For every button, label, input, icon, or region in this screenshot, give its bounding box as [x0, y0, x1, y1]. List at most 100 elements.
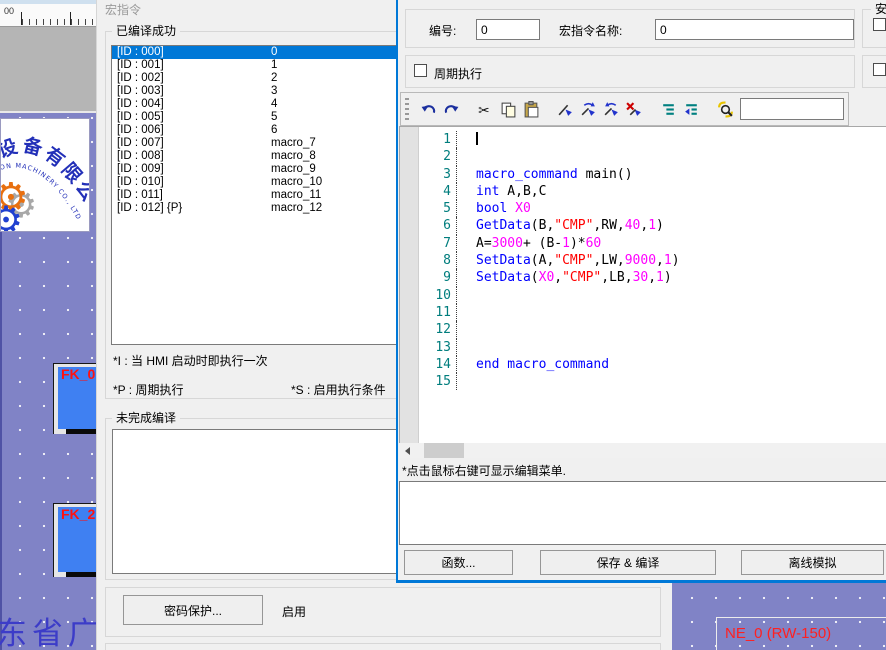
- code-line[interactable]: 1: [420, 131, 886, 148]
- company-logo[interactable]: 设备有限公司 TION MACHINERY CO., LTD ⚙ ⚙ ⚙: [0, 118, 90, 232]
- code-line[interactable]: 9SetData(X0,"CMP",LB,30,1): [420, 269, 886, 286]
- outdent-icon[interactable]: [680, 98, 703, 120]
- svg-text:✂: ✂: [478, 102, 490, 117]
- find-input[interactable]: [740, 98, 844, 120]
- line-number: 12: [420, 321, 457, 338]
- code-line[interactable]: 10: [420, 287, 886, 304]
- ruler-major-tick: [70, 12, 71, 25]
- code-text: [457, 131, 478, 148]
- bookmark-clear-icon[interactable]: [623, 98, 646, 120]
- code-text: [457, 373, 476, 390]
- failed-group-label: 未完成编译: [112, 411, 180, 425]
- list-item-id: [ID : 012] {P}: [112, 202, 271, 215]
- compile-output-box[interactable]: [399, 481, 886, 545]
- list-item-name: 6: [271, 124, 277, 137]
- macro-editor-dialog: 编号: 宏指令名称: 安 周期执行 ✂: [396, 0, 886, 583]
- left-arrow-icon: [405, 447, 410, 455]
- list-item-name: macro_11: [271, 189, 321, 202]
- code-text: [457, 304, 476, 321]
- code-line[interactable]: 12: [420, 321, 886, 338]
- code-text: GetData(B,"CMP",RW,40,1): [457, 217, 664, 234]
- fk0-label: FK_0: [61, 366, 95, 382]
- screen: 00 设备有限公司 TION MACHINERY CO., LTD ⚙ ⚙ ⚙ …: [0, 0, 886, 650]
- toolbar-grip[interactable]: [405, 98, 409, 120]
- code-editor[interactable]: 123macro_command main()4int A,B,C5bool X…: [399, 126, 886, 443]
- canvas-object-fk0[interactable]: FK_0: [53, 363, 96, 434]
- code-line[interactable]: 2: [420, 148, 886, 165]
- bookmark-margin[interactable]: [400, 127, 419, 443]
- line-number: 8: [420, 252, 457, 269]
- code-line[interactable]: 4int A,B,C: [420, 183, 886, 200]
- line-number: 13: [420, 339, 457, 356]
- list-item-name: 2: [271, 72, 277, 85]
- periodic-checkbox[interactable]: [414, 64, 427, 77]
- code-text: bool X0: [457, 200, 531, 217]
- code-line[interactable]: 8SetData(A,"CMP",LW,9000,1): [420, 252, 886, 269]
- canvas-object-ne0[interactable]: NE_0 (RW-150): [716, 617, 886, 650]
- list-item-id: [ID : 007]: [112, 137, 271, 150]
- code-line[interactable]: 14end macro_command: [420, 356, 886, 373]
- code-text: [457, 287, 476, 304]
- code-line[interactable]: 3macro_command main(): [420, 166, 886, 183]
- offline-simulation-button[interactable]: 离线模拟: [741, 550, 884, 575]
- code-lines[interactable]: 123macro_command main()4int A,B,C5bool X…: [420, 131, 886, 390]
- list-item-name: 5: [271, 111, 277, 124]
- canvas-object-fk2[interactable]: FK_2: [53, 503, 96, 577]
- code-text: SetData(X0,"CMP",LB,30,1): [457, 269, 672, 286]
- editor-horizontal-scrollbar[interactable]: [399, 443, 886, 458]
- code-line[interactable]: 7A=3000+ (B-1)*60: [420, 235, 886, 252]
- dialog-title: 宏指令: [105, 1, 141, 18]
- line-number: 15: [420, 373, 457, 390]
- list-item-id: [ID : 000]: [112, 46, 271, 59]
- bookmark-next-icon[interactable]: [577, 98, 600, 120]
- list-item-name: macro_10: [271, 176, 322, 189]
- code-text: end macro_command: [457, 356, 609, 373]
- password-group: 密码保护... 启用: [105, 587, 661, 637]
- periodic-label: 周期执行: [434, 65, 482, 82]
- function-button[interactable]: 函数...: [404, 550, 513, 575]
- workspace-background: [0, 27, 96, 113]
- gear-icon: ⚙: [1, 198, 23, 231]
- list-item-name: macro_9: [271, 163, 316, 176]
- password-protect-button[interactable]: 密码保护...: [123, 595, 263, 625]
- fk0-shadow: [66, 429, 96, 434]
- indent-icon[interactable]: [657, 98, 680, 120]
- list-item-id: [ID : 004]: [112, 98, 271, 111]
- security-group-2: [862, 55, 886, 88]
- scrollbar-thumb[interactable]: [424, 443, 464, 458]
- code-line[interactable]: 13: [420, 339, 886, 356]
- line-number: 5: [420, 200, 457, 217]
- list-item-name: 1: [271, 59, 277, 72]
- list-item-id: [ID : 010]: [112, 176, 271, 189]
- line-number: 4: [420, 183, 457, 200]
- macro-id-input[interactable]: [476, 19, 540, 40]
- code-text: A=3000+ (B-1)*60: [457, 235, 601, 252]
- code-line[interactable]: 6GetData(B,"CMP",RW,40,1): [420, 217, 886, 234]
- security-group: 安: [862, 9, 886, 48]
- list-item-id: [ID : 003]: [112, 85, 271, 98]
- code-line[interactable]: 11: [420, 304, 886, 321]
- scroll-left-button[interactable]: [399, 443, 416, 458]
- canvas-window-edge: [0, 232, 2, 650]
- cut-icon[interactable]: ✂: [474, 98, 497, 120]
- code-line[interactable]: 5bool X0: [420, 200, 886, 217]
- security-checkbox-2[interactable]: [873, 63, 886, 76]
- line-number: 11: [420, 304, 457, 321]
- line-number: 10: [420, 287, 457, 304]
- code-line[interactable]: 15: [420, 373, 886, 390]
- find-replace-icon[interactable]: [714, 98, 737, 120]
- ruler: 00: [0, 4, 96, 27]
- security-checkbox[interactable]: [873, 18, 886, 31]
- undo-icon[interactable]: [417, 98, 440, 120]
- copy-icon[interactable]: [497, 98, 520, 120]
- list-item-name: macro_12: [271, 202, 322, 215]
- paste-icon[interactable]: [520, 98, 543, 120]
- bookmark-prev-icon[interactable]: [600, 98, 623, 120]
- bookmark-toggle-icon[interactable]: [554, 98, 577, 120]
- redo-icon[interactable]: [440, 98, 463, 120]
- list-item-id: [ID : 001]: [112, 59, 271, 72]
- line-number: 1: [420, 131, 457, 148]
- extra-group: [105, 643, 661, 650]
- macro-name-input[interactable]: [655, 19, 854, 40]
- save-compile-button[interactable]: 保存 & 编译: [540, 550, 716, 575]
